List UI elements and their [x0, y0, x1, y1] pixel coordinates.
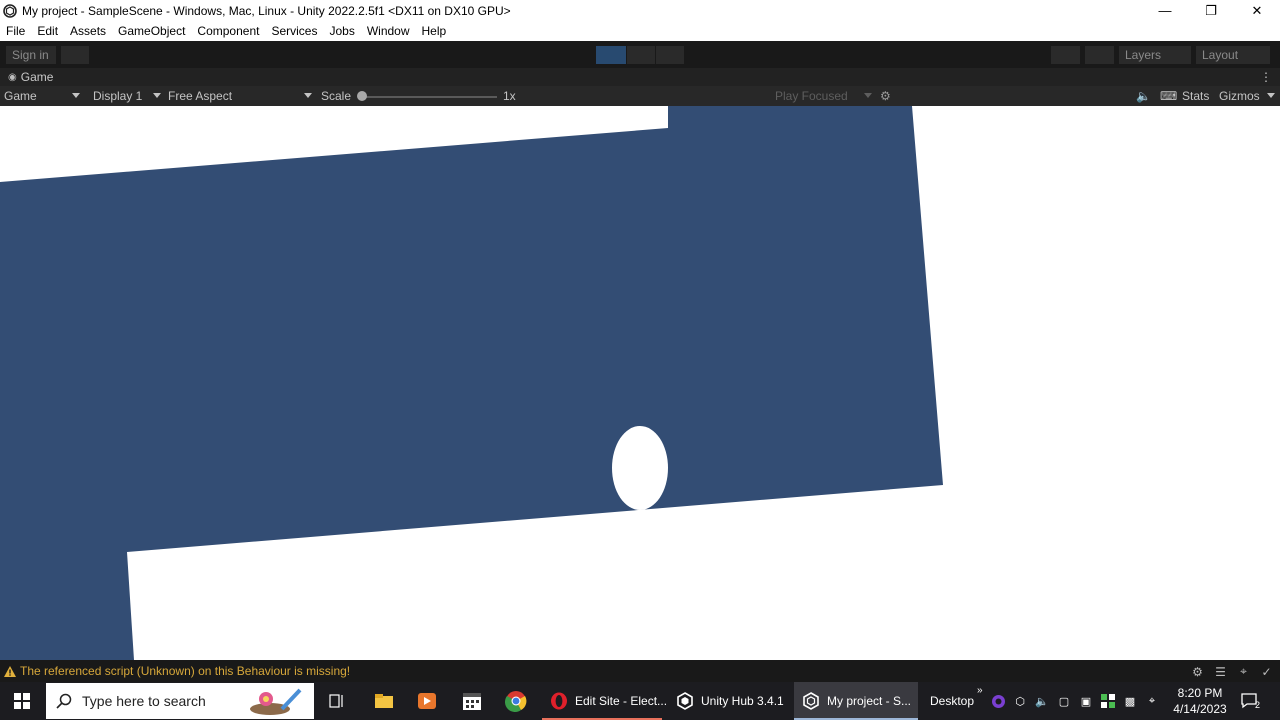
stack-icon[interactable]: ☰: [1213, 664, 1228, 679]
tab-game[interactable]: Game: [21, 70, 54, 84]
taskbar-search[interactable]: Type here to search: [46, 683, 314, 719]
game-mode-dropdown[interactable]: Game: [4, 89, 37, 103]
game-control-bar: Game Display 1 Free Aspect Scale 1x Play…: [0, 86, 1280, 106]
task-label: Unity Hub 3.4.1: [701, 694, 784, 708]
task-opera[interactable]: Edit Site - Elect...: [542, 682, 667, 720]
chevron-down-icon: [72, 93, 80, 98]
status-bar: The referenced script (Unknown) on this …: [0, 660, 1280, 682]
gamepad-icon: ◉: [8, 71, 17, 83]
main-toolbar: Sign in Layers Layout: [0, 41, 1280, 68]
scale-label: Scale: [321, 89, 352, 103]
unity-tray-icon[interactable]: ⬡: [1012, 693, 1028, 709]
clock-date: 4/14/2023: [1173, 702, 1227, 716]
minimize-icon[interactable]: —: [1142, 0, 1188, 21]
meet-now-icon[interactable]: ▢: [1056, 693, 1072, 709]
wifi-icon[interactable]: ⌖: [1144, 693, 1160, 709]
menu-bar: File Edit Assets GameObject Component Se…: [0, 21, 1280, 41]
security-icon[interactable]: [1100, 693, 1116, 709]
task-label: My project - S...: [827, 694, 912, 708]
notification-center[interactable]: 2: [1240, 692, 1260, 710]
notification-count: 2: [1254, 700, 1260, 710]
battery-icon[interactable]: ▩: [1122, 693, 1138, 709]
audio-icon[interactable]: 🔈: [1136, 89, 1151, 103]
task-label: Edit Site - Elect...: [575, 694, 668, 708]
window-controls: — ❐ ✕: [1142, 0, 1280, 21]
history-button[interactable]: [1051, 46, 1080, 64]
game-render: [0, 106, 1280, 660]
menu-gameobject[interactable]: GameObject: [112, 24, 191, 38]
play-focused-dropdown[interactable]: Play Focused: [775, 89, 848, 103]
task-unity-hub[interactable]: Unity Hub 3.4.1: [668, 682, 788, 720]
scale-value: 1x: [503, 89, 516, 103]
clock[interactable]: 8:20 PM 4/14/2023: [1170, 685, 1230, 717]
gizmos-button[interactable]: Gizmos: [1219, 89, 1260, 103]
file-explorer-icon[interactable]: [369, 682, 399, 720]
unity-icon: [802, 692, 820, 710]
search-button[interactable]: [1085, 46, 1114, 64]
cloud-button[interactable]: [61, 46, 89, 64]
menu-file[interactable]: File: [0, 24, 31, 38]
menu-assets[interactable]: Assets: [64, 24, 112, 38]
chrome-icon[interactable]: [500, 682, 532, 720]
pause-button[interactable]: [627, 46, 655, 64]
tray-app-icon[interactable]: [990, 693, 1006, 709]
bug-icon[interactable]: ⚙: [880, 89, 891, 103]
sign-in-button[interactable]: Sign in: [6, 46, 56, 64]
scale-slider-track[interactable]: [362, 96, 497, 98]
menu-services[interactable]: Services: [265, 24, 323, 38]
menu-window[interactable]: Window: [361, 24, 416, 38]
menu-help[interactable]: Help: [416, 24, 453, 38]
debug-icon[interactable]: ⚙: [1190, 664, 1205, 679]
title-bar: My project - SampleScene - Windows, Mac,…: [0, 0, 1280, 21]
step-button[interactable]: [656, 46, 684, 64]
ball: [612, 426, 668, 510]
media-player-icon[interactable]: [412, 682, 442, 720]
desktop-toolbar[interactable]: Desktop: [924, 682, 974, 720]
windows-taskbar: Type here to search Edit Site - Elect...…: [0, 682, 1280, 720]
aspect-dropdown[interactable]: Free Aspect: [168, 89, 232, 103]
display-icon[interactable]: ▣: [1078, 693, 1094, 709]
play-button[interactable]: [596, 46, 626, 64]
menu-jobs[interactable]: Jobs: [323, 24, 360, 38]
task-view-icon[interactable]: [322, 682, 352, 720]
console-message[interactable]: The referenced script (Unknown) on this …: [20, 664, 350, 678]
network-icon[interactable]: ⌖: [1236, 664, 1251, 679]
restore-icon[interactable]: ❐: [1188, 0, 1234, 21]
menu-component[interactable]: Component: [191, 24, 265, 38]
game-view[interactable]: [0, 106, 1280, 660]
window-title: My project - SampleScene - Windows, Mac,…: [22, 3, 511, 18]
status-icons: ⚙ ☰ ⌖ ✓: [1190, 664, 1274, 679]
game-tab-bar: ◉ Game ⋮: [0, 68, 1280, 86]
search-placeholder: Type here to search: [82, 693, 206, 709]
stats-button[interactable]: Stats: [1182, 89, 1209, 103]
chevron-double-right-icon[interactable]: »: [977, 685, 983, 696]
volume-icon[interactable]: 🔈: [1034, 693, 1050, 709]
check-icon[interactable]: ✓: [1259, 664, 1274, 679]
calendar-app-icon[interactable]: [456, 682, 488, 720]
warning-icon: [3, 665, 17, 678]
unity-hub-icon: [676, 692, 694, 710]
search-icon: [56, 693, 72, 709]
layers-dropdown[interactable]: Layers: [1119, 46, 1191, 64]
start-button[interactable]: [0, 682, 44, 720]
chevron-down-icon: [864, 93, 872, 98]
opera-icon: [550, 692, 568, 710]
menu-edit[interactable]: Edit: [31, 24, 64, 38]
display-dropdown[interactable]: Display 1: [93, 89, 142, 103]
system-tray: ⬡ 🔈 ▢ ▣ ▩ ⌖: [990, 682, 1160, 720]
chevron-down-icon: [153, 93, 161, 98]
keyboard-icon[interactable]: ⌨: [1160, 89, 1177, 103]
scale-slider-handle[interactable]: [357, 91, 367, 101]
chevron-down-icon: [1267, 93, 1275, 98]
close-icon[interactable]: ✕: [1234, 0, 1280, 21]
windows-logo-icon: [14, 693, 30, 709]
unity-logo-icon: [3, 3, 17, 18]
layout-dropdown[interactable]: Layout: [1196, 46, 1270, 64]
clock-time: 8:20 PM: [1177, 686, 1223, 700]
task-unity-editor[interactable]: My project - S...: [794, 682, 918, 720]
chevron-down-icon: [304, 93, 312, 98]
search-highlight-icon: [250, 688, 302, 715]
more-options-icon[interactable]: ⋮: [1260, 70, 1272, 84]
